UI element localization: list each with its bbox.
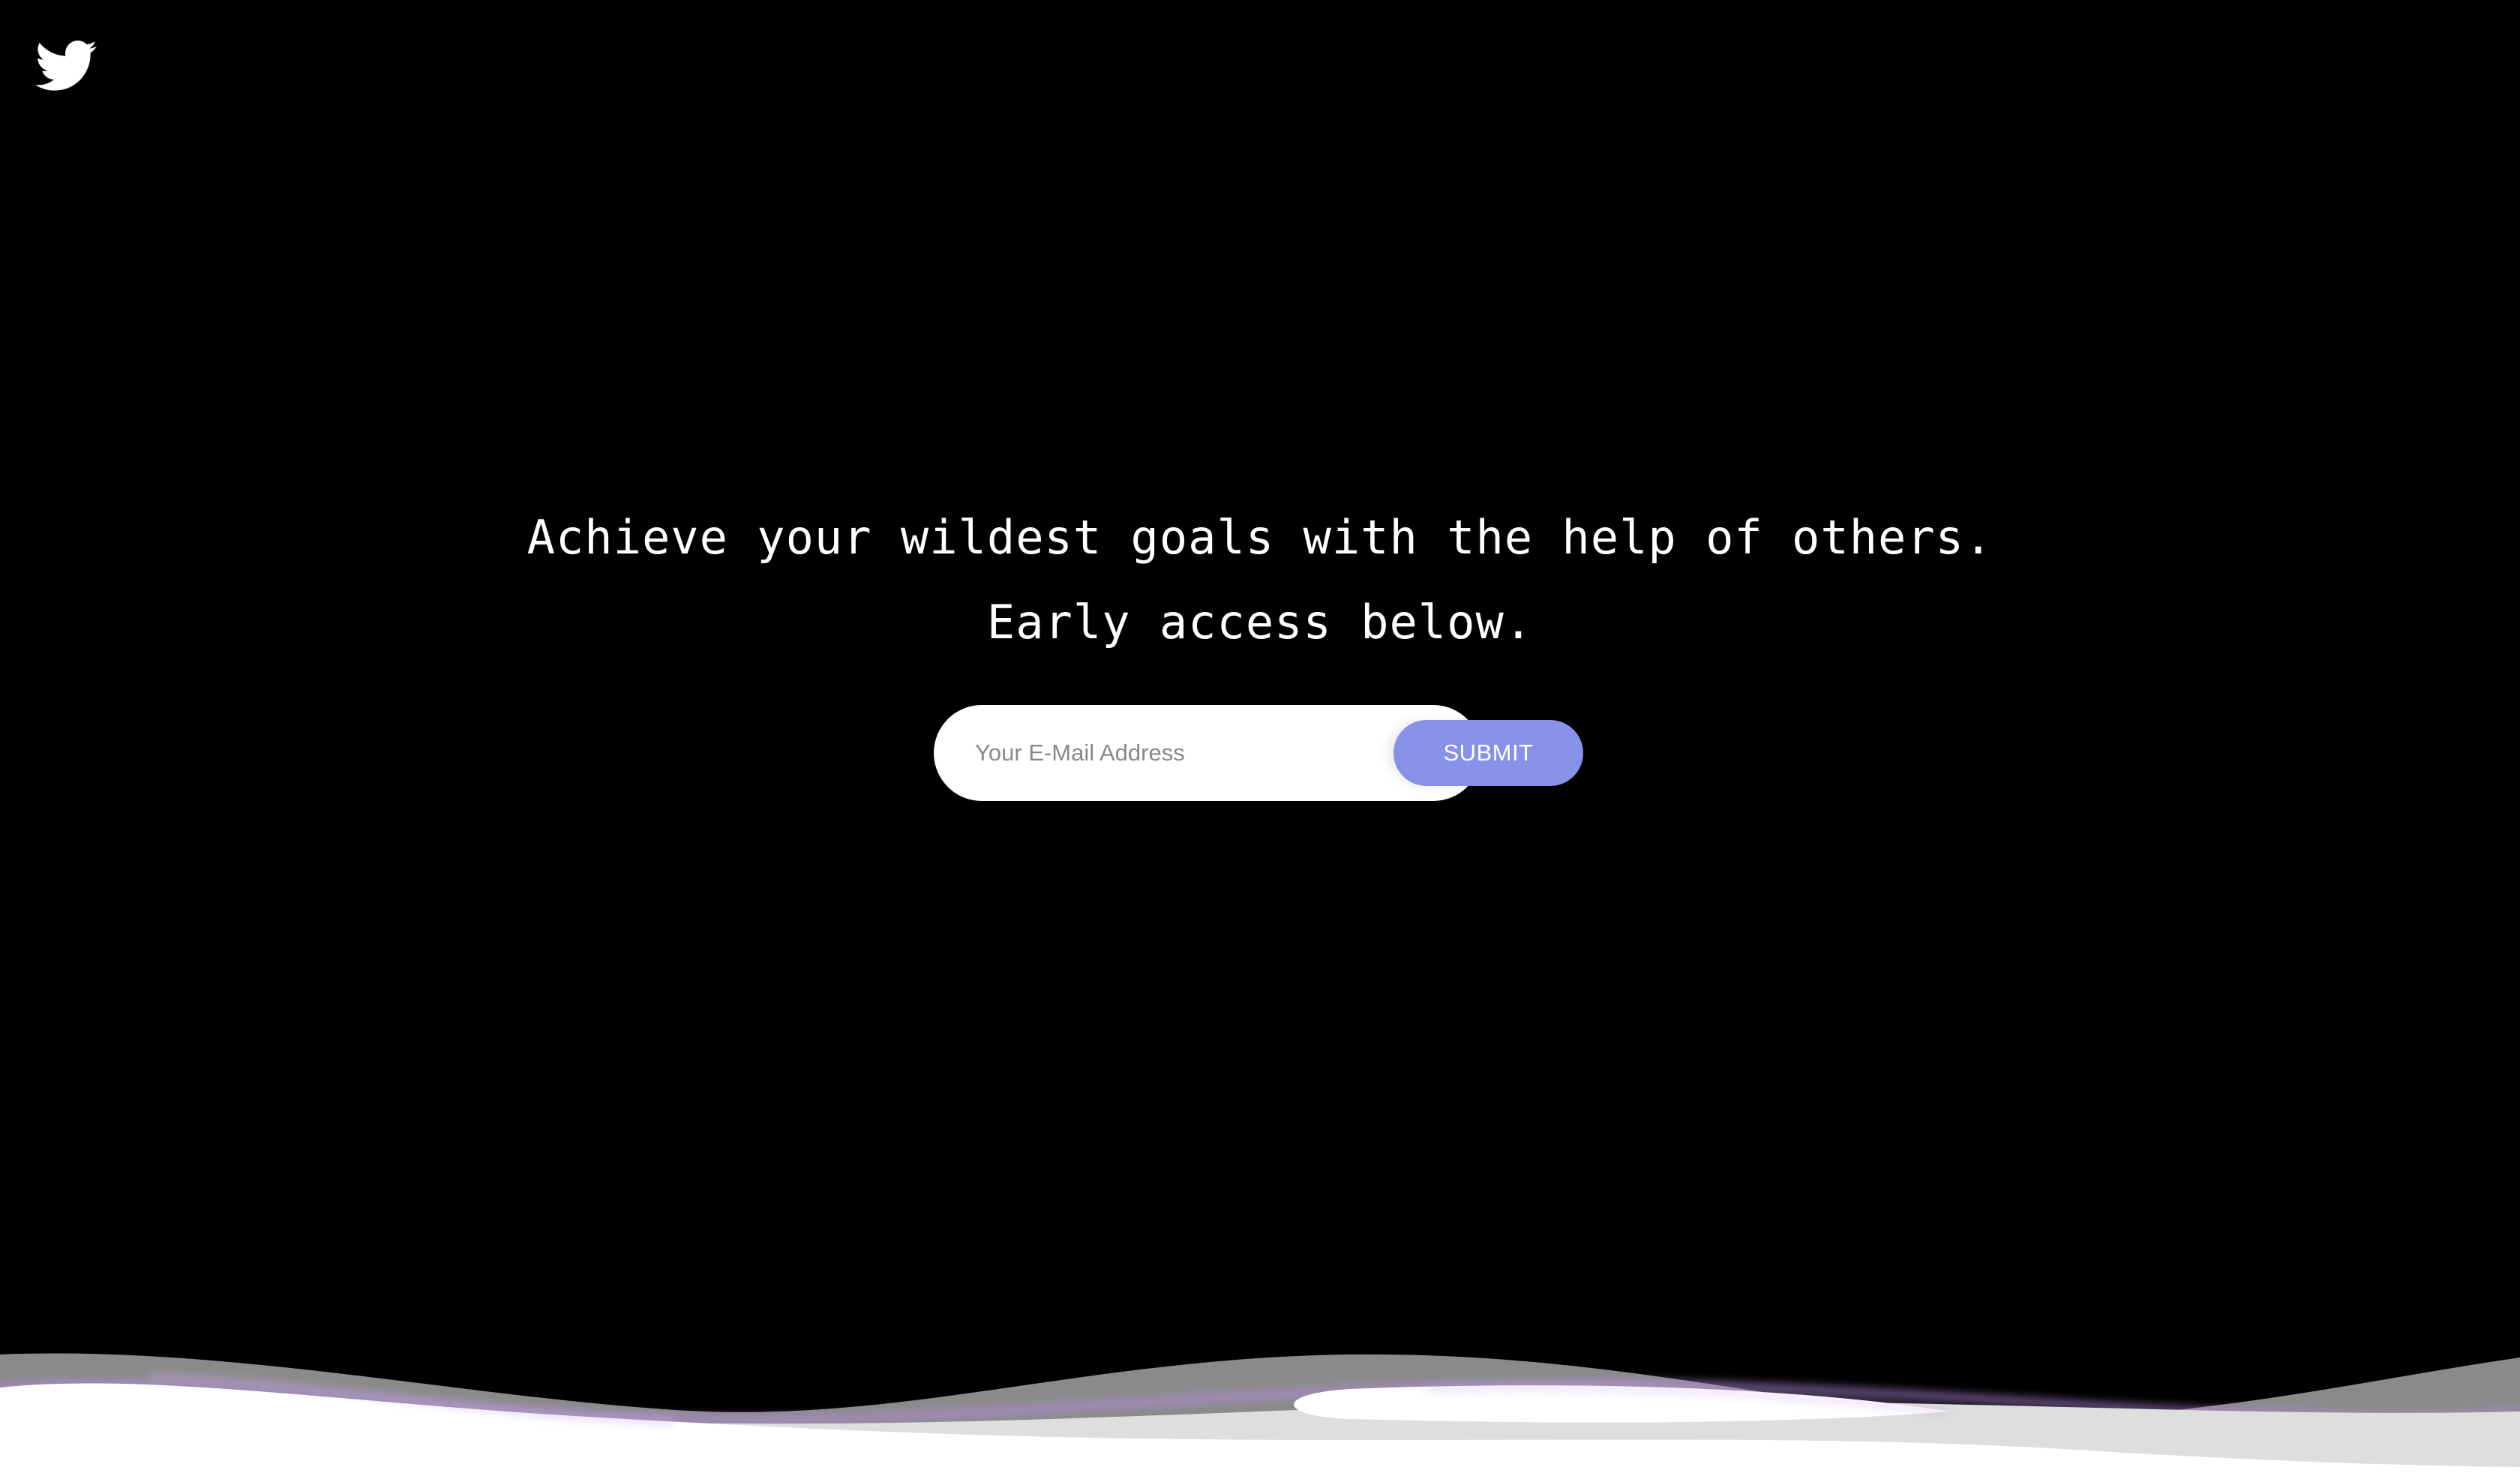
hero-heading: Achieve your wildest goals with the help… (0, 495, 2520, 664)
twitter-logo-icon[interactable] (35, 40, 97, 92)
hero-line-1: Achieve your wildest goals with the help… (526, 510, 1994, 565)
decorative-waves (0, 1328, 2520, 1479)
submit-button[interactable]: SUBMIT (1394, 720, 1583, 786)
signup-form: SUBMIT (934, 705, 1583, 802)
hero-line-2: Early access below. (986, 595, 1534, 650)
